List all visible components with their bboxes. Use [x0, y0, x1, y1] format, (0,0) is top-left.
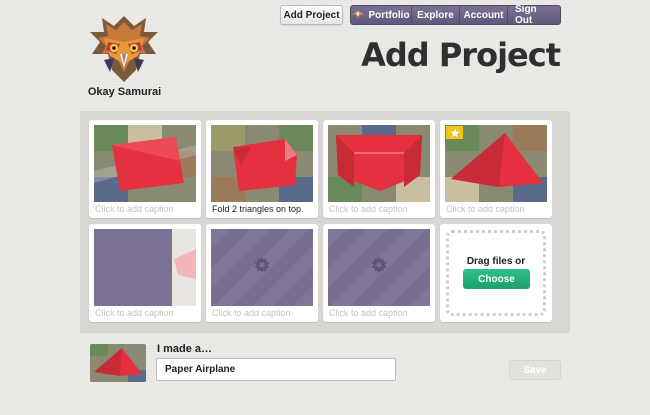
drag-files-label: Drag files or [466, 256, 526, 267]
photo-card[interactable]: Click to add caption [89, 120, 201, 218]
photo-card-uploading[interactable]: Click to add caption [89, 224, 201, 322]
photo-card-processing[interactable]: Click to add caption [323, 224, 435, 322]
choose-files-button[interactable]: Choose [463, 269, 530, 289]
caption-placeholder[interactable]: Click to add caption [212, 308, 314, 318]
project-cover-thumbnail [90, 344, 146, 382]
gear-icon [252, 255, 272, 280]
caption-placeholder[interactable]: Click to add caption [329, 204, 431, 214]
photo-thumbnail [211, 125, 313, 202]
add-project-button[interactable]: Add Project [280, 5, 343, 25]
photo-card[interactable]: Fold 2 triangles on top. [206, 120, 318, 218]
caption-placeholder[interactable]: Click to add caption [95, 308, 197, 318]
photo-thumbnail [94, 229, 196, 306]
owl-logo[interactable] [86, 12, 162, 87]
photo-card[interactable]: Click to add caption [440, 120, 552, 218]
project-name-input[interactable] [156, 358, 396, 381]
star-icon[interactable] [446, 126, 463, 139]
photo-placeholder [211, 229, 313, 306]
caption-placeholder[interactable]: Click to add caption [446, 204, 548, 214]
caption-placeholder[interactable]: Click to add caption [95, 204, 197, 214]
photo-thumbnail [328, 125, 430, 202]
upload-dropzone[interactable]: Drag files or Choose [440, 224, 552, 322]
made-label: I made a… [157, 343, 213, 355]
nav-account[interactable]: Account [459, 6, 507, 24]
photo-placeholder [328, 229, 430, 306]
nav-explore[interactable]: Explore [411, 6, 459, 24]
brand-name: Okay Samurai [87, 86, 162, 98]
photo-card[interactable]: Click to add caption [323, 120, 435, 218]
nav-portfolio[interactable]: Portfolio [351, 6, 411, 24]
gear-icon [369, 255, 389, 280]
save-button[interactable]: Save [509, 360, 561, 380]
main-nav: Portfolio Explore Account Sign Out [350, 4, 561, 26]
nav-portfolio-label: Portfolio [368, 9, 410, 21]
photo-thumbnail [94, 125, 196, 202]
photo-caption[interactable]: Fold 2 triangles on top. [212, 204, 314, 214]
nav-sign-out[interactable]: Sign Out [507, 4, 560, 26]
caption-placeholder[interactable]: Click to add caption [329, 308, 431, 318]
photo-card-processing[interactable]: Click to add caption [206, 224, 318, 322]
portfolio-icon [351, 10, 365, 20]
page-title: Add Project [361, 36, 561, 74]
